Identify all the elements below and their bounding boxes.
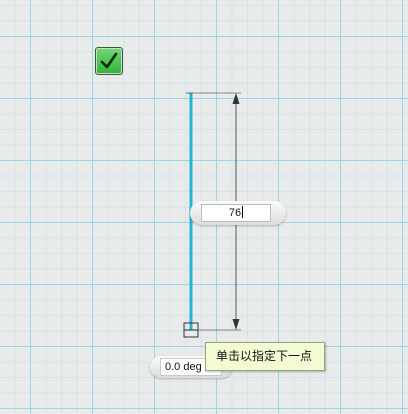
angle-value: 0.0 deg (165, 361, 202, 373)
length-value: 76 (228, 207, 242, 219)
text-caret (242, 206, 244, 218)
length-input[interactable]: 76 (201, 204, 271, 222)
instruction-tooltip: 单击以指定下一点 (205, 342, 325, 371)
tooltip-text: 单击以指定下一点 (216, 349, 313, 363)
dimension-arrow-bottom (232, 319, 240, 330)
dimension-arrow-top (232, 93, 240, 104)
